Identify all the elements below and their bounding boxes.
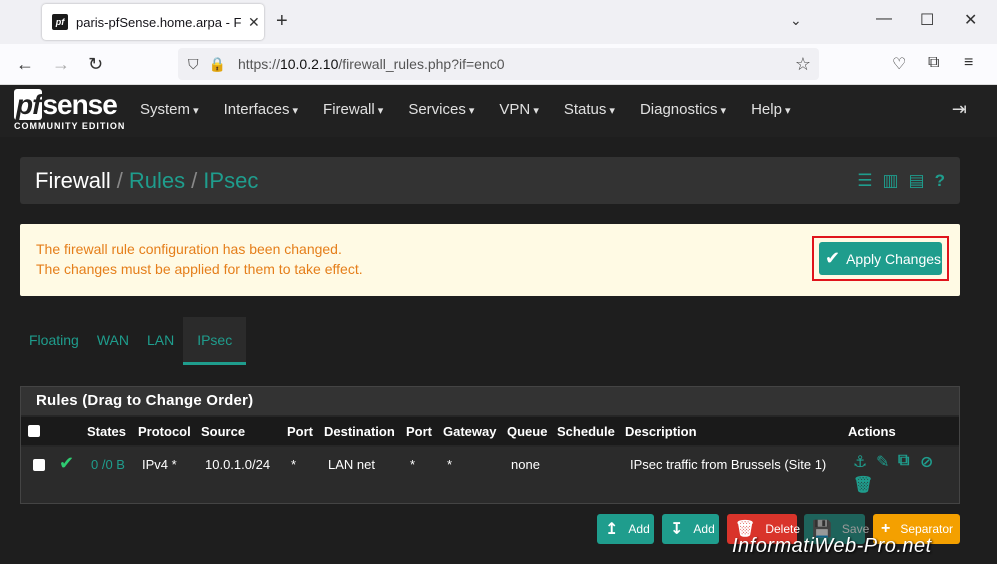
rules-panel: Rules (Drag to Change Order) States Prot… [20, 386, 960, 504]
arrow-down-icon: ↧ [670, 521, 684, 538]
tab-wan[interactable]: WAN [88, 317, 138, 365]
tab-title: paris-pfSense.home.arpa - Firewall [76, 14, 242, 30]
menu-interfaces[interactable]: Interfaces [224, 101, 298, 118]
add-top-button[interactable]: ↥ Add [597, 514, 654, 544]
disable-icon[interactable]: ⊘ [920, 452, 933, 472]
main-menu: System Interfaces Firewall Services VPN … [132, 101, 808, 118]
close-window-icon[interactable]: ✕ [964, 10, 977, 30]
breadcrumb: Firewall / Rules / IPsec ☰ ▥ ▤ ? [20, 157, 960, 204]
add-bottom-button[interactable]: ↧ Add [662, 514, 719, 544]
col-actions: Actions [848, 424, 896, 439]
col-states: States [87, 424, 127, 439]
pass-check-icon: ✔ [59, 453, 75, 473]
col-protocol: Protocol [138, 424, 191, 439]
row-dest-port: * [410, 457, 416, 472]
interface-tabs: Floating WAN LAN IPsec [20, 317, 247, 365]
help-icon[interactable]: ? [935, 171, 945, 191]
breadcrumb-firewall: Firewall [35, 168, 111, 193]
alert-message-line1: The firewall rule configuration has been… [36, 241, 342, 257]
watermark: InformatiWeb-Pro.net [732, 535, 932, 557]
row-protocol: IPv4 * [142, 457, 177, 472]
menu-vpn[interactable]: VPN [499, 101, 538, 118]
breadcrumb-rules[interactable]: Rules [129, 168, 185, 193]
anchor-icon[interactable]: ⚓ [853, 452, 867, 472]
rules-table-header: States Protocol Source Port Destination … [21, 417, 959, 445]
tab-lan[interactable]: LAN [138, 317, 183, 365]
sliders-icon[interactable]: ☰ [857, 171, 872, 191]
breadcrumb-ipsec[interactable]: IPsec [203, 168, 258, 193]
back-icon[interactable]: ← [16, 54, 34, 75]
check-icon: ✔ [825, 248, 841, 268]
new-tab-icon[interactable]: + [276, 10, 288, 33]
trash-icon[interactable]: 🗑 [853, 475, 873, 495]
menu-services[interactable]: Services [408, 101, 474, 118]
col-gateway: Gateway [443, 424, 497, 439]
row-queue: none [511, 457, 540, 472]
select-all-checkbox[interactable] [28, 425, 40, 437]
apply-changes-button[interactable]: ✔ Apply Changes [819, 242, 942, 275]
pfsense-header: pfsense COMMUNITY EDITION System Interfa… [0, 85, 997, 137]
row-source-port: * [291, 457, 297, 472]
browser-tab[interactable]: pf paris-pfSense.home.arpa - Firewall ✕ [42, 4, 264, 40]
col-queue: Queue [507, 424, 548, 439]
row-states[interactable]: 0 /0 B [91, 457, 125, 472]
row-description: IPsec traffic from Brussels (Site 1) [630, 457, 827, 472]
menu-system[interactable]: System [140, 101, 199, 118]
col-source: Source [201, 424, 246, 439]
bookmark-star-icon[interactable]: ☆ [795, 54, 811, 75]
alert-message-line2: The changes must be applied for them to … [36, 261, 363, 277]
page-content: Firewall / Rules / IPsec ☰ ▥ ▤ ? The firewal… [0, 137, 997, 564]
pfsense-logo[interactable]: pfsense COMMUNITY EDITION [14, 89, 125, 131]
reload-icon[interactable]: ↻ [88, 54, 103, 75]
tab-floating[interactable]: Floating [20, 317, 88, 365]
list-icon[interactable]: ▤ [909, 171, 925, 191]
col-schedule: Schedule [557, 424, 615, 439]
col-source-port: Port [287, 424, 313, 439]
rules-panel-title: Rules (Drag to Change Order) [21, 387, 959, 415]
arrow-up-icon: ↥ [605, 521, 619, 538]
menu-status[interactable]: Status [564, 101, 615, 118]
lock-icon[interactable]: 🔒 [209, 56, 226, 73]
apply-highlight-box: ✔ Apply Changes [812, 236, 949, 281]
shield-icon[interactable]: ⛉ [188, 56, 199, 73]
row-destination: LAN net [328, 457, 375, 472]
pocket-icon[interactable]: ♡ [892, 54, 906, 74]
menu-firewall[interactable]: Firewall [323, 101, 383, 118]
col-description: Description [625, 424, 697, 439]
edit-pencil-icon[interactable]: ✎ [876, 452, 889, 472]
bar-chart-icon[interactable]: ▥ [882, 171, 898, 191]
row-gateway: * [447, 457, 453, 472]
logout-icon[interactable]: ⇥ [952, 99, 967, 120]
url-text[interactable]: https://10.0.2.10/firewall_rules.php?if=… [238, 56, 505, 72]
maximize-icon[interactable]: ☐ [920, 10, 934, 30]
row-source: 10.0.1.0/24 [205, 457, 271, 472]
menu-diagnostics[interactable]: Diagnostics [640, 101, 726, 118]
url-bar[interactable]: ⛉ 🔒 https://10.0.2.10/firewall_rules.php… [178, 48, 819, 80]
col-destination: Destination [324, 424, 395, 439]
menu-help[interactable]: Help [751, 101, 790, 118]
changes-alert: The firewall rule configuration has been… [20, 224, 960, 296]
menu-icon[interactable]: ≡ [964, 54, 973, 72]
close-tab-icon[interactable]: ✕ [248, 14, 260, 31]
forward-icon[interactable]: → [52, 54, 70, 75]
row-checkbox[interactable] [33, 459, 45, 471]
chevron-down-icon[interactable]: ⌄ [790, 12, 802, 29]
tab-ipsec[interactable]: IPsec [183, 317, 247, 365]
table-row[interactable]: ✔ 0 /0 B IPv4 * 10.0.1.0/24 * LAN net * … [21, 447, 959, 503]
copy-icon[interactable]: ⧉ [898, 452, 909, 470]
minimize-icon[interactable]: — [876, 10, 892, 28]
browser-tab-bar: pf paris-pfSense.home.arpa - Firewall ✕ … [0, 0, 997, 44]
col-dest-port: Port [406, 424, 432, 439]
browser-nav-bar: ← → ↻ ⛉ 🔒 https://10.0.2.10/firewall_rul… [0, 44, 997, 85]
pfsense-favicon-icon: pf [52, 14, 68, 30]
extensions-icon[interactable]: ⧉ [928, 54, 939, 72]
